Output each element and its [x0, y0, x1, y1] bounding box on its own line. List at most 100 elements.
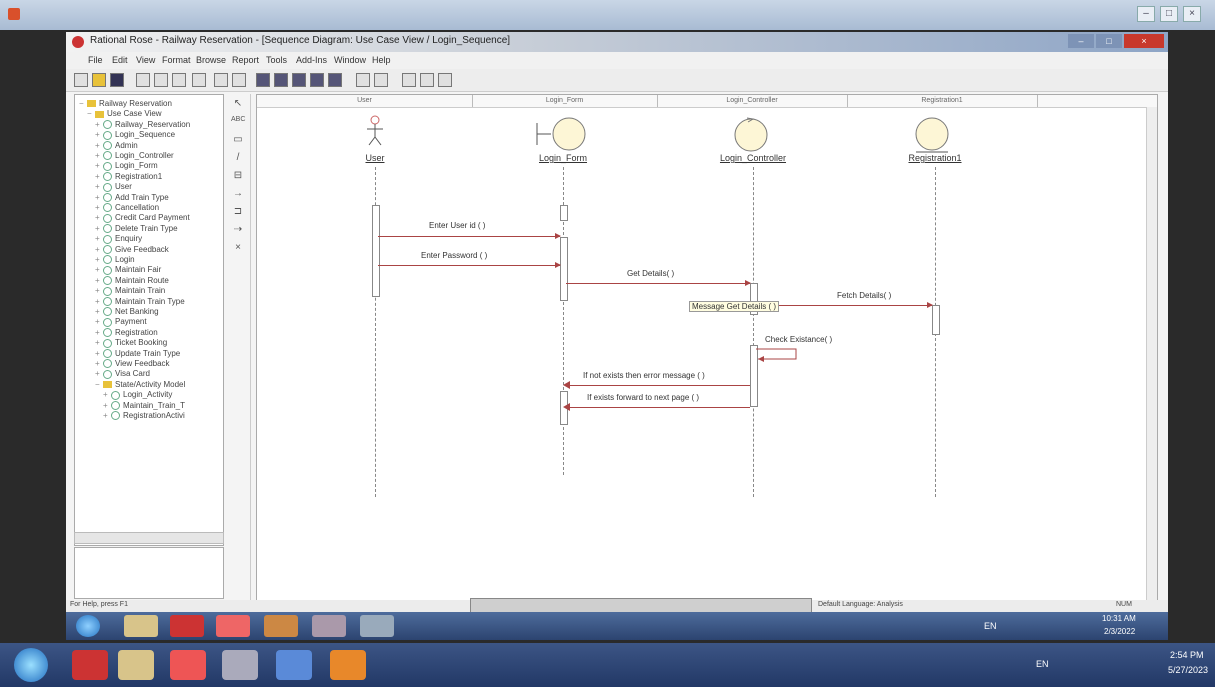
expand-icon[interactable]: +	[103, 390, 109, 399]
diagram-icon-4[interactable]	[310, 73, 324, 87]
menu-report[interactable]: Report	[232, 55, 259, 65]
chrome-taskbar-icon[interactable]	[170, 650, 206, 680]
diagram-vscrollbar[interactable]	[1146, 107, 1157, 603]
tree-item[interactable]: + Login_Sequence	[95, 130, 175, 140]
expand-icon[interactable]: +	[95, 307, 101, 316]
tree-item[interactable]: + Login_Form	[95, 161, 158, 171]
destruction-tool-icon[interactable]: ×	[231, 242, 245, 253]
message-arrow[interactable]	[566, 385, 750, 386]
fit-icon[interactable]	[438, 73, 452, 87]
tree-item[interactable]: − State/Activity Model	[95, 380, 185, 389]
menu-browse[interactable]: Browse	[196, 55, 226, 65]
minimize-button[interactable]: –	[1137, 6, 1155, 22]
self-message-tool-icon[interactable]: ⊐	[231, 206, 245, 217]
tree-item[interactable]: − Railway Reservation	[79, 99, 172, 108]
text-tool-icon[interactable]: ABC	[231, 116, 245, 123]
message-arrow[interactable]	[378, 233, 561, 239]
tools-icon[interactable]	[360, 615, 394, 637]
menu-file[interactable]: File	[88, 55, 103, 65]
expand-icon[interactable]: +	[95, 297, 101, 306]
pdf-taskbar-icon[interactable]	[72, 650, 108, 680]
expand-icon[interactable]: −	[79, 99, 85, 108]
expand-icon[interactable]: +	[103, 411, 109, 420]
login-controller-lifeline[interactable]	[753, 167, 754, 497]
browser-hscrollbar[interactable]	[74, 532, 224, 544]
cut-icon[interactable]	[136, 73, 150, 87]
help-icon[interactable]	[214, 73, 228, 87]
message-arrow[interactable]	[756, 302, 933, 308]
diagram-icon-5[interactable]	[328, 73, 342, 87]
expand-icon[interactable]: +	[95, 182, 101, 191]
tree-item[interactable]: + Maintain Train	[95, 286, 165, 296]
tree-item[interactable]: + User	[95, 182, 132, 192]
document-taskbar-icon[interactable]	[276, 650, 312, 680]
explorer-taskbar-icon[interactable]	[118, 650, 154, 680]
menu-tools[interactable]: Tools	[266, 55, 287, 65]
expand-icon[interactable]: +	[95, 161, 101, 170]
documentation-panel[interactable]	[74, 547, 224, 599]
expand-icon[interactable]: +	[95, 224, 101, 233]
menu-window[interactable]: Window	[334, 55, 366, 65]
anchor-tool-icon[interactable]: /	[231, 152, 245, 163]
rose-icon[interactable]	[264, 615, 298, 637]
inner-lang-indicator[interactable]: EN	[984, 621, 997, 631]
tree-item[interactable]: + Maintain Route	[95, 276, 169, 286]
tree-item[interactable]: + Enquiry	[95, 234, 142, 244]
message-tool-icon[interactable]: →	[231, 188, 245, 199]
expand-icon[interactable]: +	[95, 213, 101, 222]
message-label[interactable]: Check Existance( )	[765, 335, 832, 344]
message-label[interactable]: Enter User id ( )	[429, 221, 485, 230]
app-icon-6[interactable]	[312, 615, 346, 637]
diagram-icon-3[interactable]	[292, 73, 306, 87]
message-arrow[interactable]	[566, 407, 750, 408]
tree-item[interactable]: + Delete Train Type	[95, 224, 178, 234]
tree-item[interactable]: + Login_Activity	[103, 390, 172, 400]
clock-time[interactable]: 2:54 PM	[1170, 650, 1204, 660]
menu-edit[interactable]: Edit	[112, 55, 128, 65]
expand-icon[interactable]: +	[95, 276, 101, 285]
inner-clock-date[interactable]: 2/3/2022	[1104, 627, 1135, 636]
tree-item[interactable]: + Update Train Type	[95, 349, 180, 358]
message-label[interactable]: Get Details( )	[627, 269, 674, 278]
self-message-arrow[interactable]	[756, 347, 800, 363]
back-icon[interactable]	[356, 73, 370, 87]
chrome-icon[interactable]	[216, 615, 250, 637]
explorer-icon[interactable]	[124, 615, 158, 637]
message-label[interactable]: Enter Password ( )	[421, 251, 487, 260]
sequence-diagram-canvas[interactable]: User Login_Form Login_Controller Registr…	[256, 94, 1158, 604]
expand-icon[interactable]: +	[95, 317, 101, 326]
paste-icon[interactable]	[172, 73, 186, 87]
user-taskbar-icon[interactable]	[222, 650, 258, 680]
new-icon[interactable]	[74, 73, 88, 87]
tree-item[interactable]: + Railway_Reservation	[95, 120, 190, 130]
menu-format[interactable]: Format	[162, 55, 191, 65]
expand-icon[interactable]: +	[95, 349, 101, 358]
message-label[interactable]: Fetch Details( )	[837, 291, 891, 300]
tree-item[interactable]: + Maintain Train Type	[95, 297, 185, 306]
message-label[interactable]: If not exists then error message ( )	[583, 371, 705, 380]
menu-view[interactable]: View	[136, 55, 155, 65]
expand-icon[interactable]: +	[95, 369, 101, 378]
selection-tool-icon[interactable]: ↖	[231, 98, 245, 109]
message-label[interactable]: Message Get Details ( )	[689, 301, 780, 312]
expand-icon[interactable]: +	[95, 265, 101, 274]
tree-item[interactable]: + Registration1	[95, 172, 162, 182]
expand-icon[interactable]: +	[95, 120, 101, 129]
tree-item[interactable]: + View Feedback	[95, 359, 170, 369]
diagram-icon-2[interactable]	[274, 73, 288, 87]
tree-item[interactable]: + Registration	[95, 328, 158, 338]
tree-item[interactable]: + Net Banking	[95, 307, 159, 317]
app-maximize-button[interactable]: □	[1096, 34, 1122, 48]
return-message-tool-icon[interactable]: ⇢	[231, 224, 245, 235]
open-icon[interactable]	[92, 73, 106, 87]
tree-item[interactable]: − Use Case View	[87, 109, 162, 118]
tree-item[interactable]: + RegistrationActivi	[103, 411, 185, 421]
menu-add-ins[interactable]: Add-Ins	[296, 55, 327, 65]
diagram-icon-1[interactable]	[256, 73, 270, 87]
pdf-icon[interactable]	[170, 615, 204, 637]
expand-icon[interactable]: +	[95, 328, 101, 337]
inner-start-button[interactable]	[76, 615, 100, 637]
forward-icon[interactable]	[374, 73, 388, 87]
expand-icon[interactable]: +	[95, 286, 101, 295]
app-minimize-button[interactable]: –	[1068, 34, 1094, 48]
